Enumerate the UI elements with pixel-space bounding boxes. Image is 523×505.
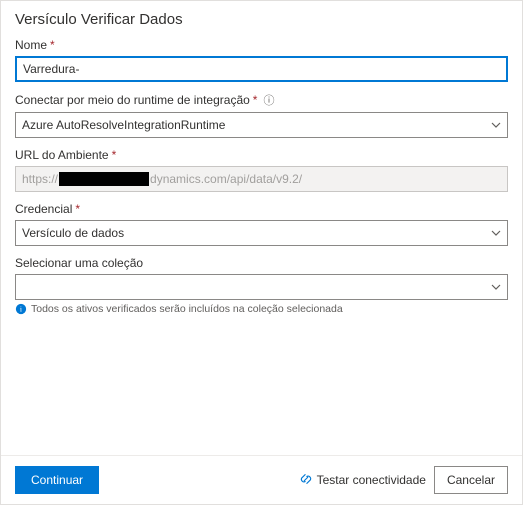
- env-url-redacted: [59, 172, 149, 186]
- label-env-url-text: URL do Ambiente: [15, 148, 109, 162]
- spacer: [15, 328, 508, 455]
- field-credential: Credencial* Versículo de dados: [15, 202, 508, 246]
- continue-button[interactable]: Continuar: [15, 466, 99, 494]
- link-icon: [299, 472, 313, 489]
- collection-hint: i Todos os ativos verificados serão incl…: [15, 303, 508, 318]
- env-url-prefix: https://: [22, 172, 58, 186]
- env-url-display: https:// dynamics.com/api/data/v9.2/: [15, 166, 508, 192]
- label-runtime: Conectar por meio do runtime de integraç…: [15, 92, 508, 108]
- panel-footer: Continuar Testar conectividade Cancelar: [1, 455, 522, 504]
- label-name-text: Nome: [15, 38, 47, 52]
- collection-select[interactable]: [15, 274, 508, 300]
- label-credential-text: Credencial: [15, 202, 72, 216]
- label-env-url: URL do Ambiente *: [15, 148, 508, 162]
- field-name: Nome*: [15, 38, 508, 82]
- credential-select[interactable]: Versículo de dados: [15, 220, 508, 246]
- runtime-select-value: Azure AutoResolveIntegrationRuntime: [22, 118, 225, 132]
- info-icon[interactable]: ⓘ: [263, 92, 274, 108]
- field-env-url: URL do Ambiente * https:// dynamics.com/a…: [15, 148, 508, 192]
- env-url-suffix: dynamics.com/api/data/v9.2/: [150, 172, 302, 186]
- required-marker: *: [50, 38, 55, 52]
- cancel-button[interactable]: Cancelar: [434, 466, 508, 494]
- field-collection: Selecionar uma coleção i Todos os ativos…: [15, 256, 508, 318]
- scan-setup-panel: Versículo Verificar Dados Nome* Conectar…: [1, 1, 522, 504]
- info-icon: i: [15, 303, 27, 318]
- collection-hint-text: Todos os ativos verificados serão incluí…: [31, 303, 343, 315]
- test-connectivity-link[interactable]: Testar conectividade: [299, 472, 426, 489]
- runtime-select[interactable]: Azure AutoResolveIntegrationRuntime: [15, 112, 508, 138]
- label-collection: Selecionar uma coleção: [15, 256, 508, 270]
- label-runtime-text: Conectar por meio do runtime de integraç…: [15, 93, 250, 107]
- name-input[interactable]: [15, 56, 508, 82]
- test-connectivity-label: Testar conectividade: [317, 473, 426, 487]
- required-marker: *: [75, 202, 80, 216]
- required-marker: *: [112, 148, 117, 162]
- label-name: Nome*: [15, 38, 508, 52]
- required-marker: *: [253, 93, 258, 107]
- svg-text:i: i: [20, 305, 22, 314]
- label-credential: Credencial*: [15, 202, 508, 216]
- label-collection-text: Selecionar uma coleção: [15, 256, 143, 270]
- field-runtime: Conectar por meio do runtime de integraç…: [15, 92, 508, 138]
- credential-select-value: Versículo de dados: [22, 226, 124, 240]
- panel-title: Versículo Verificar Dados: [15, 11, 508, 28]
